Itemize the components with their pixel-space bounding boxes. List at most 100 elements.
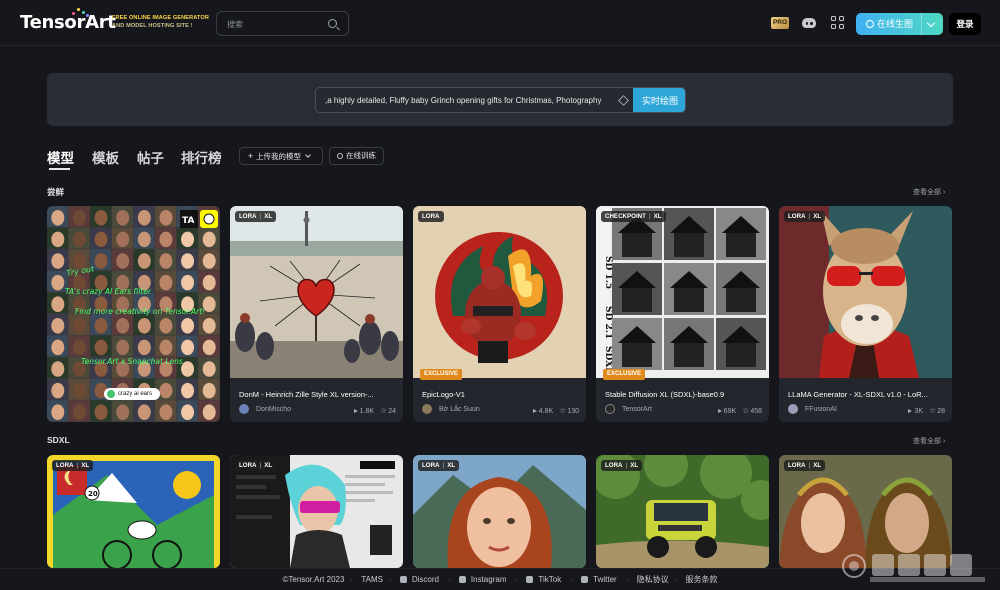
card-image[interactable]: LORA | XL bbox=[779, 206, 952, 378]
footer-link-instagram-label: Instagram bbox=[470, 575, 507, 584]
tab-models[interactable]: 模型 bbox=[47, 147, 74, 167]
card-image[interactable]: LORA | XL bbox=[596, 455, 769, 568]
instagram-icon bbox=[458, 576, 466, 583]
site-tagline: FREE ONLINE IMAGE GENERATOR AND MODEL HO… bbox=[112, 14, 212, 30]
run-count: 3K bbox=[914, 408, 924, 415]
star-count: 130 bbox=[567, 408, 579, 415]
footer-link-privacy[interactable]: 隐私协议 bbox=[637, 575, 669, 584]
tab-templates[interactable]: 模板 bbox=[92, 147, 119, 167]
twitter-icon bbox=[581, 576, 589, 583]
tagline-line2: AND MODEL HOSTING SITE ! bbox=[112, 23, 193, 29]
author-name[interactable]: FFusionAI bbox=[805, 406, 837, 413]
footer-link-terms[interactable]: 服务条款 bbox=[686, 575, 718, 584]
badge-type-label: CHECKPOINT bbox=[605, 213, 646, 220]
create-image-main[interactable]: 在线生图 bbox=[856, 13, 920, 35]
search-input[interactable] bbox=[227, 17, 322, 31]
card-image[interactable]: LORA | XL bbox=[413, 455, 586, 568]
author-name[interactable]: DonMischo bbox=[256, 406, 291, 413]
avatar[interactable] bbox=[422, 404, 432, 414]
sdxl-haunted-houses-image: SD 1.5 SD 2.1 SDXL bbox=[596, 206, 769, 378]
play-icon bbox=[908, 409, 913, 413]
svg-text:Find more creativity on Tensor: Find more creativity on Tensor.Art! bbox=[75, 307, 205, 316]
lens-chip-label: crazy ai ears bbox=[118, 391, 153, 397]
star-icon: ☆ bbox=[742, 406, 750, 415]
heinrich-zille-heart-image bbox=[230, 206, 403, 378]
create-image-button[interactable]: 在线生图 bbox=[856, 13, 943, 35]
search-box[interactable] bbox=[216, 11, 349, 36]
star-count: 458 bbox=[750, 408, 762, 415]
prompt-bar[interactable]: ,a highly detailed, Fluffy baby Grinch o… bbox=[315, 87, 686, 113]
star-count: 28 bbox=[937, 408, 945, 415]
card-image[interactable]: LORA bbox=[413, 206, 586, 378]
card-title[interactable]: LLaMA Generator - XL-SDXL v1.0 - LoR... bbox=[788, 390, 945, 399]
star-icon: ☆ bbox=[929, 406, 937, 415]
card-image[interactable]: LORA | XL bbox=[230, 455, 403, 568]
card-title[interactable]: DonM - Heinrich Zille Style XL version-.… bbox=[239, 390, 396, 399]
model-card[interactable]: SD 1.5 SD 2.1 SDXL CHECKPOINT | XL EXCLUSI… bbox=[596, 206, 769, 422]
cube-icon[interactable] bbox=[618, 95, 629, 106]
author-name[interactable]: TensorArt bbox=[622, 406, 652, 413]
run-count: 1.8K bbox=[359, 408, 375, 415]
card-author-row: TensorArt 69K ☆458 bbox=[605, 404, 762, 415]
login-button[interactable]: 登录 bbox=[949, 13, 981, 35]
svg-text:SD 1.5: SD 1.5 bbox=[603, 256, 613, 289]
footer-link-twitter-label: Twitter bbox=[593, 575, 617, 584]
model-card[interactable]: LORA | XL bbox=[596, 455, 769, 568]
upload-model-button[interactable]: + 上传我的模型 bbox=[239, 147, 323, 165]
model-card[interactable]: LORA | XL bbox=[230, 455, 403, 568]
svg-text:20: 20 bbox=[88, 490, 98, 498]
card-title[interactable]: Stable Diffusion XL (SDXL)-base0.9 bbox=[605, 390, 762, 399]
see-all-sdxl[interactable]: 查看全部 › bbox=[913, 436, 945, 446]
card-image[interactable]: SD 1.5 SD 2.1 SDXL CHECKPOINT | XL bbox=[596, 206, 769, 378]
footer-link-tams[interactable]: TAMS bbox=[361, 575, 383, 584]
tab-posts[interactable]: 帖子 bbox=[137, 147, 164, 167]
card-author-row: Bờ Lắc Suun 4.8K ☆130 bbox=[422, 404, 579, 415]
model-type-badge: LORA | XL bbox=[235, 460, 277, 471]
lens-icon bbox=[107, 390, 115, 398]
model-card[interactable]: LORA | XL LLaMA Generator - XL-SDXL v1.0 -… bbox=[779, 206, 952, 422]
model-card[interactable]: LORA | XL DonM - Heinrich Zille Style XL v… bbox=[230, 206, 403, 422]
card-image[interactable]: 20 LORA | XL bbox=[47, 455, 220, 568]
author-name[interactable]: Bờ Lắc Suun bbox=[439, 406, 480, 413]
model-card[interactable]: Try out TA's crazy AI Ears filter Find m… bbox=[47, 206, 220, 422]
svg-text:Tensor.Art x Snapchat Lens: Tensor.Art x Snapchat Lens bbox=[81, 357, 183, 366]
discord-icon[interactable] bbox=[802, 18, 816, 28]
badge-type-label: LORA bbox=[239, 462, 257, 469]
footer-link-instagram[interactable]: Instagram bbox=[458, 575, 510, 584]
tab-leaderboard[interactable]: 排行榜 bbox=[181, 147, 222, 167]
exclusive-badge: EXCLUSIVE bbox=[603, 369, 646, 380]
apps-grid-icon[interactable] bbox=[831, 16, 845, 30]
realtime-generate-button[interactable]: 实时绘图 bbox=[633, 88, 685, 112]
badge-type-label: LORA bbox=[788, 462, 806, 469]
footer-link-discord[interactable]: Discord bbox=[399, 575, 442, 584]
tensorart-logo[interactable]: TensorArt bbox=[20, 8, 116, 33]
run-count: 69K bbox=[723, 408, 737, 415]
section-title-sdxl: SDXL bbox=[47, 435, 70, 445]
model-card[interactable]: 20 LORA | XL bbox=[47, 455, 220, 568]
chevron-down-icon[interactable] bbox=[926, 18, 936, 28]
badge-base-label: XL bbox=[630, 462, 639, 469]
plus-icon: + bbox=[247, 151, 254, 161]
card-image[interactable]: Try out TA's crazy AI Ears filter Find m… bbox=[47, 206, 220, 422]
yellow-jeep-image bbox=[596, 455, 769, 568]
avatar[interactable] bbox=[239, 404, 249, 414]
model-card[interactable]: LORA | XL bbox=[413, 455, 586, 568]
model-card[interactable]: LORA EXCLUSIVE EpicLogo-V1 Bờ Lắc Suun 4… bbox=[413, 206, 586, 422]
upload-model-label: 上传我的模型 bbox=[256, 152, 301, 161]
online-train-button[interactable]: 在线训练 bbox=[329, 147, 384, 165]
card-title[interactable]: EpicLogo-V1 bbox=[422, 390, 579, 399]
prompt-text[interactable]: ,a highly detailed, Fluffy baby Grinch o… bbox=[325, 96, 601, 105]
svg-text:TA's crazy AI Ears filter: TA's crazy AI Ears filter bbox=[65, 287, 152, 296]
badge-base-label: XL bbox=[653, 213, 662, 220]
badge-base-label: XL bbox=[264, 462, 273, 469]
footer-link-twitter[interactable]: Twitter bbox=[581, 575, 620, 584]
see-all-fresh[interactable]: 查看全部 › bbox=[913, 187, 945, 197]
search-icon[interactable] bbox=[328, 19, 337, 28]
footer-link-tiktok[interactable]: TikTok bbox=[526, 575, 564, 584]
badge-base-label: XL bbox=[264, 213, 273, 220]
pro-badge[interactable]: PRO bbox=[771, 17, 789, 29]
avatar[interactable] bbox=[788, 404, 798, 414]
avatar[interactable] bbox=[605, 404, 615, 414]
model-type-badge: LORA | XL bbox=[784, 211, 826, 222]
card-image[interactable]: LORA | XL bbox=[230, 206, 403, 378]
